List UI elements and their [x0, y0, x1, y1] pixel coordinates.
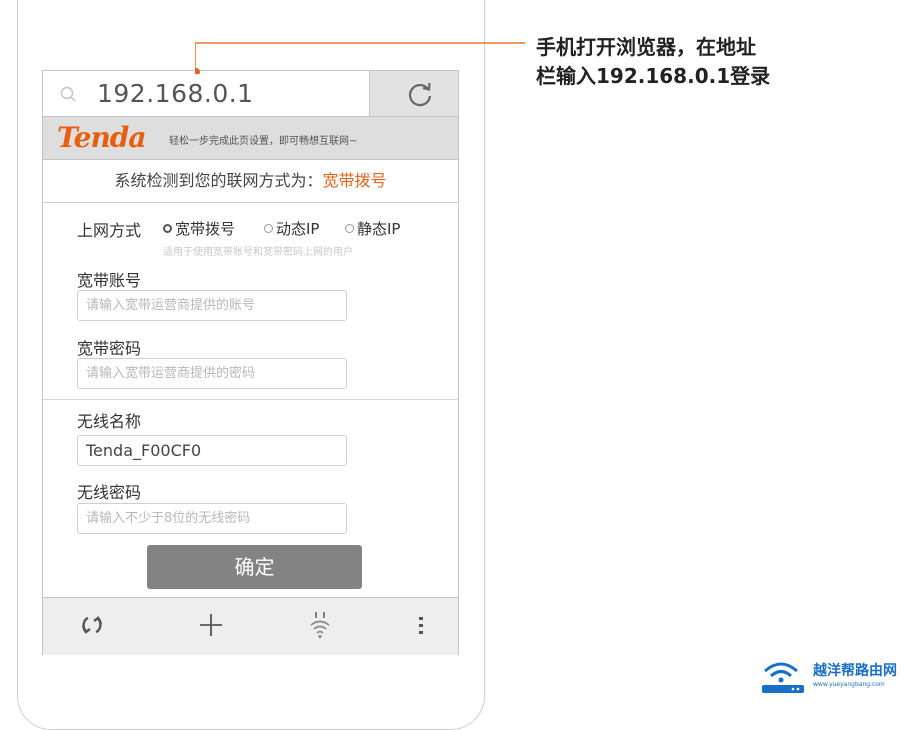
callout-line-1: 手机打开浏览器，在地址	[536, 35, 756, 59]
wifi-password-label: 无线密码	[77, 483, 142, 502]
menu-icon[interactable]	[406, 610, 436, 640]
wifi-password-input[interactable]: 请输入不少于8位的无线密码	[77, 503, 347, 534]
wifi-icon[interactable]	[305, 610, 335, 640]
detected-mode: 宽带拨号	[322, 171, 387, 190]
radio-static-label: 静态IP	[357, 220, 401, 238]
connection-type-label: 上网方式	[77, 221, 142, 240]
sync-icon[interactable]	[77, 610, 107, 640]
url-field[interactable]: 192.168.0.1	[43, 71, 370, 116]
callout-line-2: 栏输入192.168.0.1登录	[536, 64, 771, 88]
browser-toolbar	[43, 597, 458, 655]
url-text[interactable]: 192.168.0.1	[97, 79, 254, 108]
ssid-label: 无线名称	[77, 412, 142, 431]
radio-dhcp-label: 动态IP	[276, 220, 320, 238]
browser-screen: 192.168.0.1 Tenda 轻松一步完成此页设置，即可畅想互联网~ 系统…	[42, 70, 459, 655]
ssid-input[interactable]: Tenda_F00CF0	[77, 435, 347, 466]
detect-banner: 系统检测到您的联网方式为：宽带拨号	[43, 160, 458, 203]
radio-static[interactable]: 静态IP	[345, 218, 400, 239]
radio-static-dot[interactable]	[345, 224, 354, 233]
detect-prefix: 系统检测到您的联网方式为：	[114, 171, 323, 190]
address-bar: 192.168.0.1	[43, 71, 458, 117]
watermark-url: www.yueyangbang.com	[813, 681, 885, 688]
confirm-button[interactable]: 确定	[147, 545, 362, 589]
connection-hint: 适用于使用宽带账号和宽带密码上网的用户	[163, 247, 353, 258]
callout-pointer	[195, 42, 525, 74]
divider	[43, 399, 458, 400]
account-input[interactable]: 请输入宽带运营商提供的账号	[77, 290, 347, 321]
tenda-logo: Tenda	[57, 121, 147, 154]
slogan-text: 轻松一步完成此页设置，即可畅想互联网~	[169, 136, 358, 147]
password-label: 宽带密码	[77, 339, 142, 358]
radio-dhcp[interactable]: 动态IP	[264, 218, 319, 239]
callout-text: 手机打开浏览器，在地址 栏输入192.168.0.1登录	[536, 33, 836, 91]
refresh-icon	[408, 82, 432, 107]
radio-pppoe-label: 宽带拨号	[175, 220, 236, 238]
search-icon	[60, 86, 76, 102]
radio-pppoe[interactable]: 宽带拨号	[163, 218, 235, 239]
password-input[interactable]: 请输入宽带运营商提供的密码	[77, 358, 347, 389]
add-icon[interactable]	[196, 610, 226, 640]
watermark-title: 越洋帮路由网	[813, 663, 897, 679]
radio-pppoe-dot[interactable]	[163, 224, 172, 233]
brand-header: Tenda 轻松一步完成此页设置，即可畅想互联网~	[43, 117, 458, 160]
router-logo-icon	[762, 662, 804, 693]
refresh-button[interactable]	[370, 71, 458, 116]
radio-dhcp-dot[interactable]	[264, 224, 273, 233]
account-label: 宽带账号	[77, 271, 142, 290]
